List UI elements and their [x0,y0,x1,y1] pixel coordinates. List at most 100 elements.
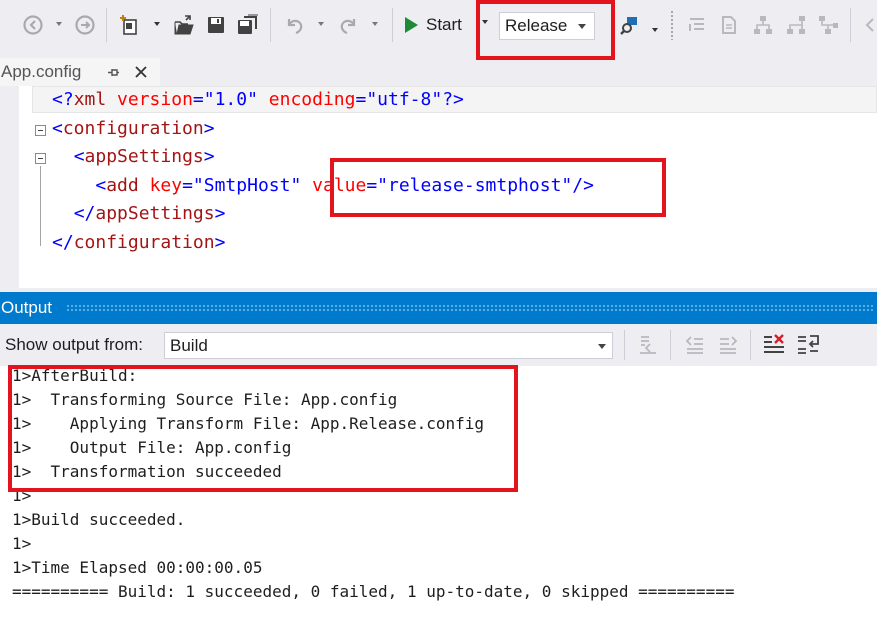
standard-toolbar: Start Release [0,0,877,52]
open-file-icon[interactable] [173,14,195,36]
output-window-title-bar[interactable]: Output [0,292,877,324]
toolbar-separator [624,330,625,360]
token: > [203,146,215,167]
start-dropdown-icon[interactable] [482,20,489,25]
token: = [182,175,193,196]
token: > [214,203,226,224]
token: ?> [442,89,464,110]
toolbar-separator [392,8,393,42]
toolbar-separator [850,8,851,42]
code-line-4: <add key="SmtpHost" value="release-smtph… [52,172,594,200]
undo-icon[interactable] [284,14,306,36]
token: appSettings [95,203,215,224]
output-source-value: Build [170,335,208,355]
output-line: 1> Transformation succeeded [12,462,282,481]
toolbar-separator [670,330,671,360]
code-line-2: <configuration> [52,115,215,143]
token: "1.0" [203,89,258,110]
output-source-select[interactable]: Build [164,332,613,359]
save-all-icon[interactable] [237,14,259,36]
code-editor[interactable]: <?xml version="1.0" encoding="utf-8"?> <… [0,86,877,290]
output-line: 1> [12,486,32,505]
token: < [95,175,107,196]
code-line-5: </appSettings> [52,200,226,228]
document-tab-strip: App.config [0,52,877,86]
collapse-configuration-icon[interactable] [35,125,46,136]
token: < [52,118,63,139]
token: configuration [73,232,215,253]
back-dropdown-icon[interactable] [56,22,63,27]
token: </ [73,203,96,224]
format-icon[interactable] [686,14,708,36]
save-icon[interactable] [205,14,227,36]
code-line-3: <appSettings> [52,143,215,171]
token: > [214,232,226,253]
pin-icon[interactable] [107,66,120,79]
chevron-down-icon [578,24,586,29]
undo-dropdown-icon[interactable] [318,22,325,27]
forward-icon[interactable] [74,14,96,36]
next-message-icon[interactable] [716,333,740,357]
previous-message-icon[interactable] [683,333,707,357]
hierarchy-up-icon[interactable] [785,14,807,36]
show-output-from-label: Show output from: [5,335,143,354]
token: key [149,175,183,196]
new-project-icon[interactable] [119,14,141,36]
token: configuration [62,118,204,139]
solution-configuration-select[interactable]: Release [499,12,595,40]
toolbar-separator [750,330,751,360]
output-line: 1> Output File: App.config [12,438,292,457]
clear-all-icon[interactable] [762,333,786,357]
toggle-word-wrap-icon[interactable] [796,333,820,357]
toolbar-separator [106,8,107,42]
outline-guide [40,166,41,246]
token: = [192,89,204,110]
output-line: ========== Build: 1 succeeded, 0 failed,… [12,582,735,601]
token: xml [73,89,107,110]
hierarchy-icon[interactable] [752,14,774,36]
start-button[interactable]: Start [405,12,462,38]
output-text-pane[interactable]: 1>AfterBuild: 1> Transforming Source Fil… [0,366,877,644]
close-icon[interactable] [133,64,149,80]
toolbar-separator [270,8,271,42]
token: < [73,146,85,167]
token: add [106,175,139,196]
token: "release-smtphost" [377,175,573,196]
find-dropdown-icon[interactable] [652,28,659,33]
output-line: 1> Transforming Source File: App.config [12,390,398,409]
start-button-label: Start [426,15,462,34]
output-line: 1>Time Elapsed 00:00:00.05 [12,558,263,577]
code-line-1: <?xml version="1.0" encoding="utf-8"?> [52,86,464,114]
token: <? [52,89,74,110]
token: = [355,89,367,110]
redo-dropdown-icon[interactable] [372,22,379,27]
tab-app-config[interactable]: App.config [0,58,160,86]
token: "SmtpHost" [192,175,302,196]
toolbar-grip[interactable] [670,10,674,40]
code-line-6: </configuration> [52,229,225,257]
token: = [366,175,378,196]
visual-studio-window: Start Release App.config <?xml version="… [0,0,877,644]
find-in-files-icon[interactable] [620,14,642,36]
document-icon[interactable] [718,14,740,36]
token: > [203,118,215,139]
token: </ [52,232,74,253]
token: "utf-8" [366,89,443,110]
tab-label: App.config [1,62,82,81]
token: value [312,175,367,196]
overflow-icon[interactable] [858,14,877,36]
output-line: 1>Build succeeded. [12,510,186,529]
chevron-down-icon [598,344,606,349]
solution-configuration-value: Release [505,16,568,35]
token: version [117,89,193,110]
token: appSettings [84,146,204,167]
title-bar-grip [66,304,873,312]
hierarchy-down-icon[interactable] [817,14,839,36]
new-project-dropdown-icon[interactable] [154,22,161,27]
output-line: 1> Applying Transform File: App.Release.… [12,414,485,433]
find-message-in-code-icon[interactable] [636,333,660,357]
collapse-appsettings-icon[interactable] [35,153,46,164]
token: /> [572,175,594,196]
redo-icon[interactable] [337,14,359,36]
back-icon[interactable] [22,14,44,36]
